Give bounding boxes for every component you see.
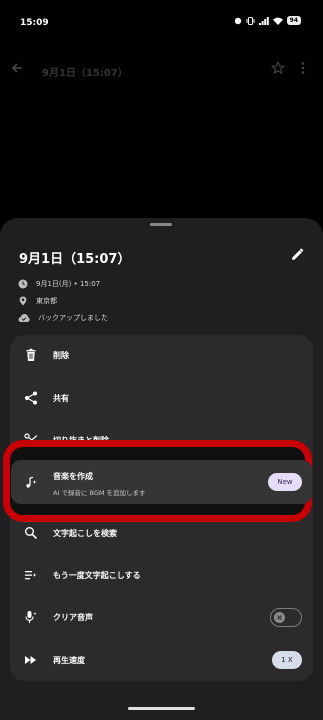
home-indicator[interactable]	[128, 707, 195, 710]
meta-date-row: 9月1日(月) • 15:07	[18, 277, 100, 291]
clock-icon	[18, 279, 28, 289]
meta-backup-text: バックアップしました	[38, 314, 108, 322]
delete-label: 削除	[53, 351, 69, 360]
music-sparkle-icon	[24, 474, 38, 493]
edit-pencil-icon[interactable]	[290, 247, 304, 266]
speed-chip[interactable]: 1 X	[272, 651, 302, 669]
cloud-done-icon	[18, 314, 30, 322]
background-title: 9月1日（15:07）	[42, 68, 128, 79]
meta-backup-row: バックアップしました	[18, 311, 108, 325]
signal-icon	[258, 16, 269, 25]
create-music-subtitle: AI で録音に BGM を追加します	[53, 489, 146, 497]
create-music-title: 音楽を作成	[53, 472, 93, 481]
create-music-item[interactable]: 音楽を作成 AI で録音に BGM を追加します New	[11, 460, 312, 504]
battery-indicator: 94	[286, 16, 301, 25]
playback-speed-label: 再生速度	[53, 656, 85, 665]
trash-icon	[24, 347, 38, 366]
notification-icon	[234, 17, 242, 25]
clear-voice-label: クリア音声	[53, 613, 93, 622]
vibrate-icon	[246, 16, 255, 25]
meta-location-row: 東京都	[18, 294, 57, 308]
location-icon	[19, 296, 27, 306]
clear-voice-mic-icon	[24, 609, 38, 628]
meta-date-text: 9月1日(月) • 15:07	[36, 280, 101, 288]
fast-forward-icon	[24, 652, 38, 671]
retranscribe-label: もう一度文字起こしする	[53, 571, 141, 580]
background-app-bar: 9月1日（15:07）	[0, 52, 323, 86]
wifi-icon	[272, 17, 283, 25]
drag-handle[interactable]	[150, 223, 172, 226]
search-transcript-item[interactable]: 文字起こしを検索	[10, 513, 313, 553]
status-icons: 94	[234, 16, 301, 25]
back-arrow-icon[interactable]	[10, 60, 24, 79]
status-time: 15:09	[20, 18, 49, 28]
toggle-knob	[274, 611, 285, 623]
delete-item[interactable]: 削除	[10, 335, 313, 375]
retranscribe-icon	[24, 567, 38, 586]
status-bar: 15:09 94	[0, 0, 323, 40]
share-icon	[24, 390, 38, 409]
star-icon[interactable]	[270, 60, 286, 79]
clear-voice-item[interactable]: クリア音声	[10, 597, 313, 637]
more-vert-icon[interactable]	[300, 60, 306, 79]
search-transcript-label: 文字起こしを検索	[53, 529, 117, 538]
meta-location-text: 東京都	[36, 297, 57, 305]
new-badge: New	[268, 473, 302, 491]
sheet-title: 9月1日（15:07）	[19, 252, 131, 267]
share-item[interactable]: 共有	[10, 378, 313, 418]
search-icon	[24, 525, 38, 544]
retranscribe-item[interactable]: もう一度文字起こしする	[10, 555, 313, 595]
share-label: 共有	[53, 394, 69, 403]
close-icon	[277, 614, 282, 620]
playback-speed-item[interactable]: 再生速度	[10, 640, 313, 680]
clear-voice-toggle[interactable]	[270, 608, 302, 627]
